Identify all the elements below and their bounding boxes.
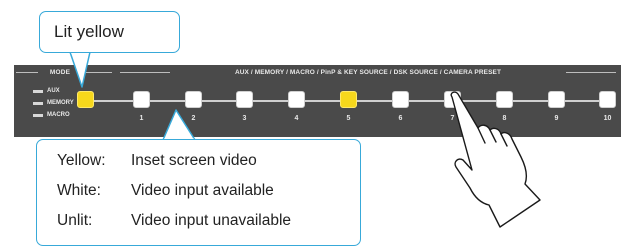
callout-text: Lit yellow (54, 22, 124, 41)
legend-row-yellow: Yellow: Inset screen video (57, 152, 257, 170)
hand-pointer-icon (450, 91, 541, 228)
top-callout-tail (69, 51, 91, 88)
legend-value: Inset screen video (131, 152, 257, 169)
legend-value: Video input available (131, 182, 274, 199)
legend-key: Yellow: (57, 152, 106, 169)
legend-row-unlit: Unlit: Video input unavailable (57, 212, 291, 230)
bottom-callout-tail (162, 109, 196, 141)
legend-row-white: White: Video input available (57, 182, 274, 200)
button-state-legend-callout: Yellow: Inset screen video White: Video … (36, 139, 361, 246)
legend-value: Video input unavailable (131, 212, 292, 229)
legend-key: White: (57, 182, 101, 199)
legend-key: Unlit: (57, 212, 93, 229)
lit-yellow-callout: Lit yellow (39, 11, 180, 53)
